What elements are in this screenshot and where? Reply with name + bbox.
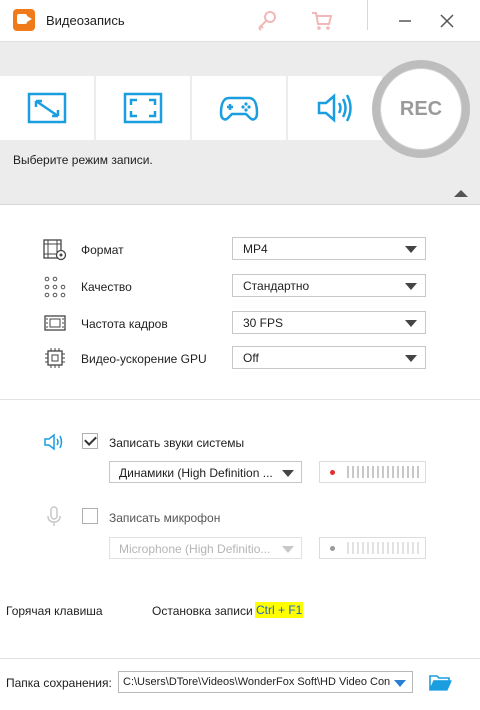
- framerate-value: 30 FPS: [243, 316, 284, 330]
- open-folder-button[interactable]: [428, 673, 452, 693]
- audio-only-button[interactable]: [288, 76, 382, 140]
- section-divider: [0, 399, 480, 400]
- microphone-device-value: Microphone (High Definitio...: [119, 542, 271, 556]
- level-bars: [347, 466, 419, 478]
- fullscreen-capture-icon: [123, 92, 163, 124]
- save-path-value: C:\Users\DTore\Videos\WonderFox Soft\HD …: [123, 676, 396, 688]
- format-select[interactable]: MP4: [232, 237, 426, 260]
- region-capture-button[interactable]: [0, 76, 94, 140]
- chevron-down-icon: [405, 320, 417, 327]
- level-bars: [347, 542, 419, 554]
- hotkey-label: Горячая клавиша: [6, 604, 103, 618]
- microphone-device-select: Microphone (High Definitio...: [109, 537, 302, 559]
- close-button[interactable]: [434, 8, 460, 34]
- system-audio-device-value: Динамики (High Definition ...: [119, 466, 273, 480]
- window-title: Видеозапись: [46, 13, 125, 28]
- system-audio-device-select[interactable]: Динамики (High Definition ...: [109, 461, 302, 483]
- mode-panel: REC Выберите режим записи.: [0, 42, 480, 205]
- fullscreen-capture-button[interactable]: [96, 76, 190, 140]
- quality-label: Качество: [81, 280, 132, 294]
- gpu-value: Off: [243, 351, 259, 365]
- framerate-select[interactable]: 30 FPS: [232, 311, 426, 334]
- framerate-icon: [43, 311, 67, 335]
- quality-select[interactable]: Стандартно: [232, 274, 426, 297]
- quality-icon: [43, 275, 67, 299]
- speaker-icon: [42, 430, 66, 454]
- region-capture-icon: [27, 92, 67, 124]
- game-capture-button[interactable]: [192, 76, 286, 140]
- chevron-down-icon: [394, 680, 406, 687]
- folder-icon: [429, 675, 452, 691]
- save-path-select[interactable]: C:\Users\DTore\Videos\WonderFox Soft\HD …: [118, 671, 413, 693]
- collapse-arrow-icon[interactable]: [454, 190, 468, 197]
- chevron-down-icon: [405, 246, 417, 253]
- audio-only-icon: [317, 93, 352, 123]
- format-label: Формат: [81, 243, 124, 257]
- minimize-button[interactable]: [392, 8, 418, 34]
- gpu-select[interactable]: Off: [232, 346, 426, 369]
- chevron-down-icon: [405, 283, 417, 290]
- gpu-label: Видео-ускорение GPU: [81, 352, 207, 366]
- record-dot-icon: [330, 470, 335, 475]
- key-icon[interactable]: [254, 8, 280, 34]
- cart-icon[interactable]: [309, 8, 335, 34]
- title-bar: Видеозапись: [0, 0, 480, 42]
- system-audio-checkbox[interactable]: [82, 433, 98, 449]
- save-folder-label: Папка сохранения:: [6, 676, 112, 690]
- quality-value: Стандартно: [243, 279, 310, 293]
- framerate-label: Частота кадров: [81, 317, 168, 331]
- system-audio-label: Записать звуки системы: [109, 436, 245, 450]
- gpu-chip-icon: [43, 346, 67, 370]
- system-audio-level-meter: [319, 461, 426, 483]
- chevron-down-icon: [282, 546, 294, 553]
- chevron-down-icon: [405, 355, 417, 362]
- rec-button-label[interactable]: REC: [380, 68, 462, 150]
- chevron-down-icon: [282, 470, 294, 477]
- microphone-label: Записать микрофон: [109, 511, 221, 525]
- microphone-checkbox[interactable]: [82, 508, 98, 524]
- record-dot-icon: [330, 546, 335, 551]
- hotkey-keys[interactable]: Ctrl + F1: [255, 602, 304, 618]
- microphone-icon: [42, 505, 66, 529]
- format-value: MP4: [243, 242, 268, 256]
- app-logo-icon: [13, 9, 35, 31]
- gamepad-icon: [219, 96, 259, 121]
- titlebar-separator: [367, 0, 368, 30]
- mode-hint-text: Выберите режим записи.: [13, 153, 153, 167]
- microphone-level-meter: [319, 537, 426, 559]
- hotkey-action: Остановка записи: [152, 604, 253, 618]
- format-icon: [43, 238, 67, 262]
